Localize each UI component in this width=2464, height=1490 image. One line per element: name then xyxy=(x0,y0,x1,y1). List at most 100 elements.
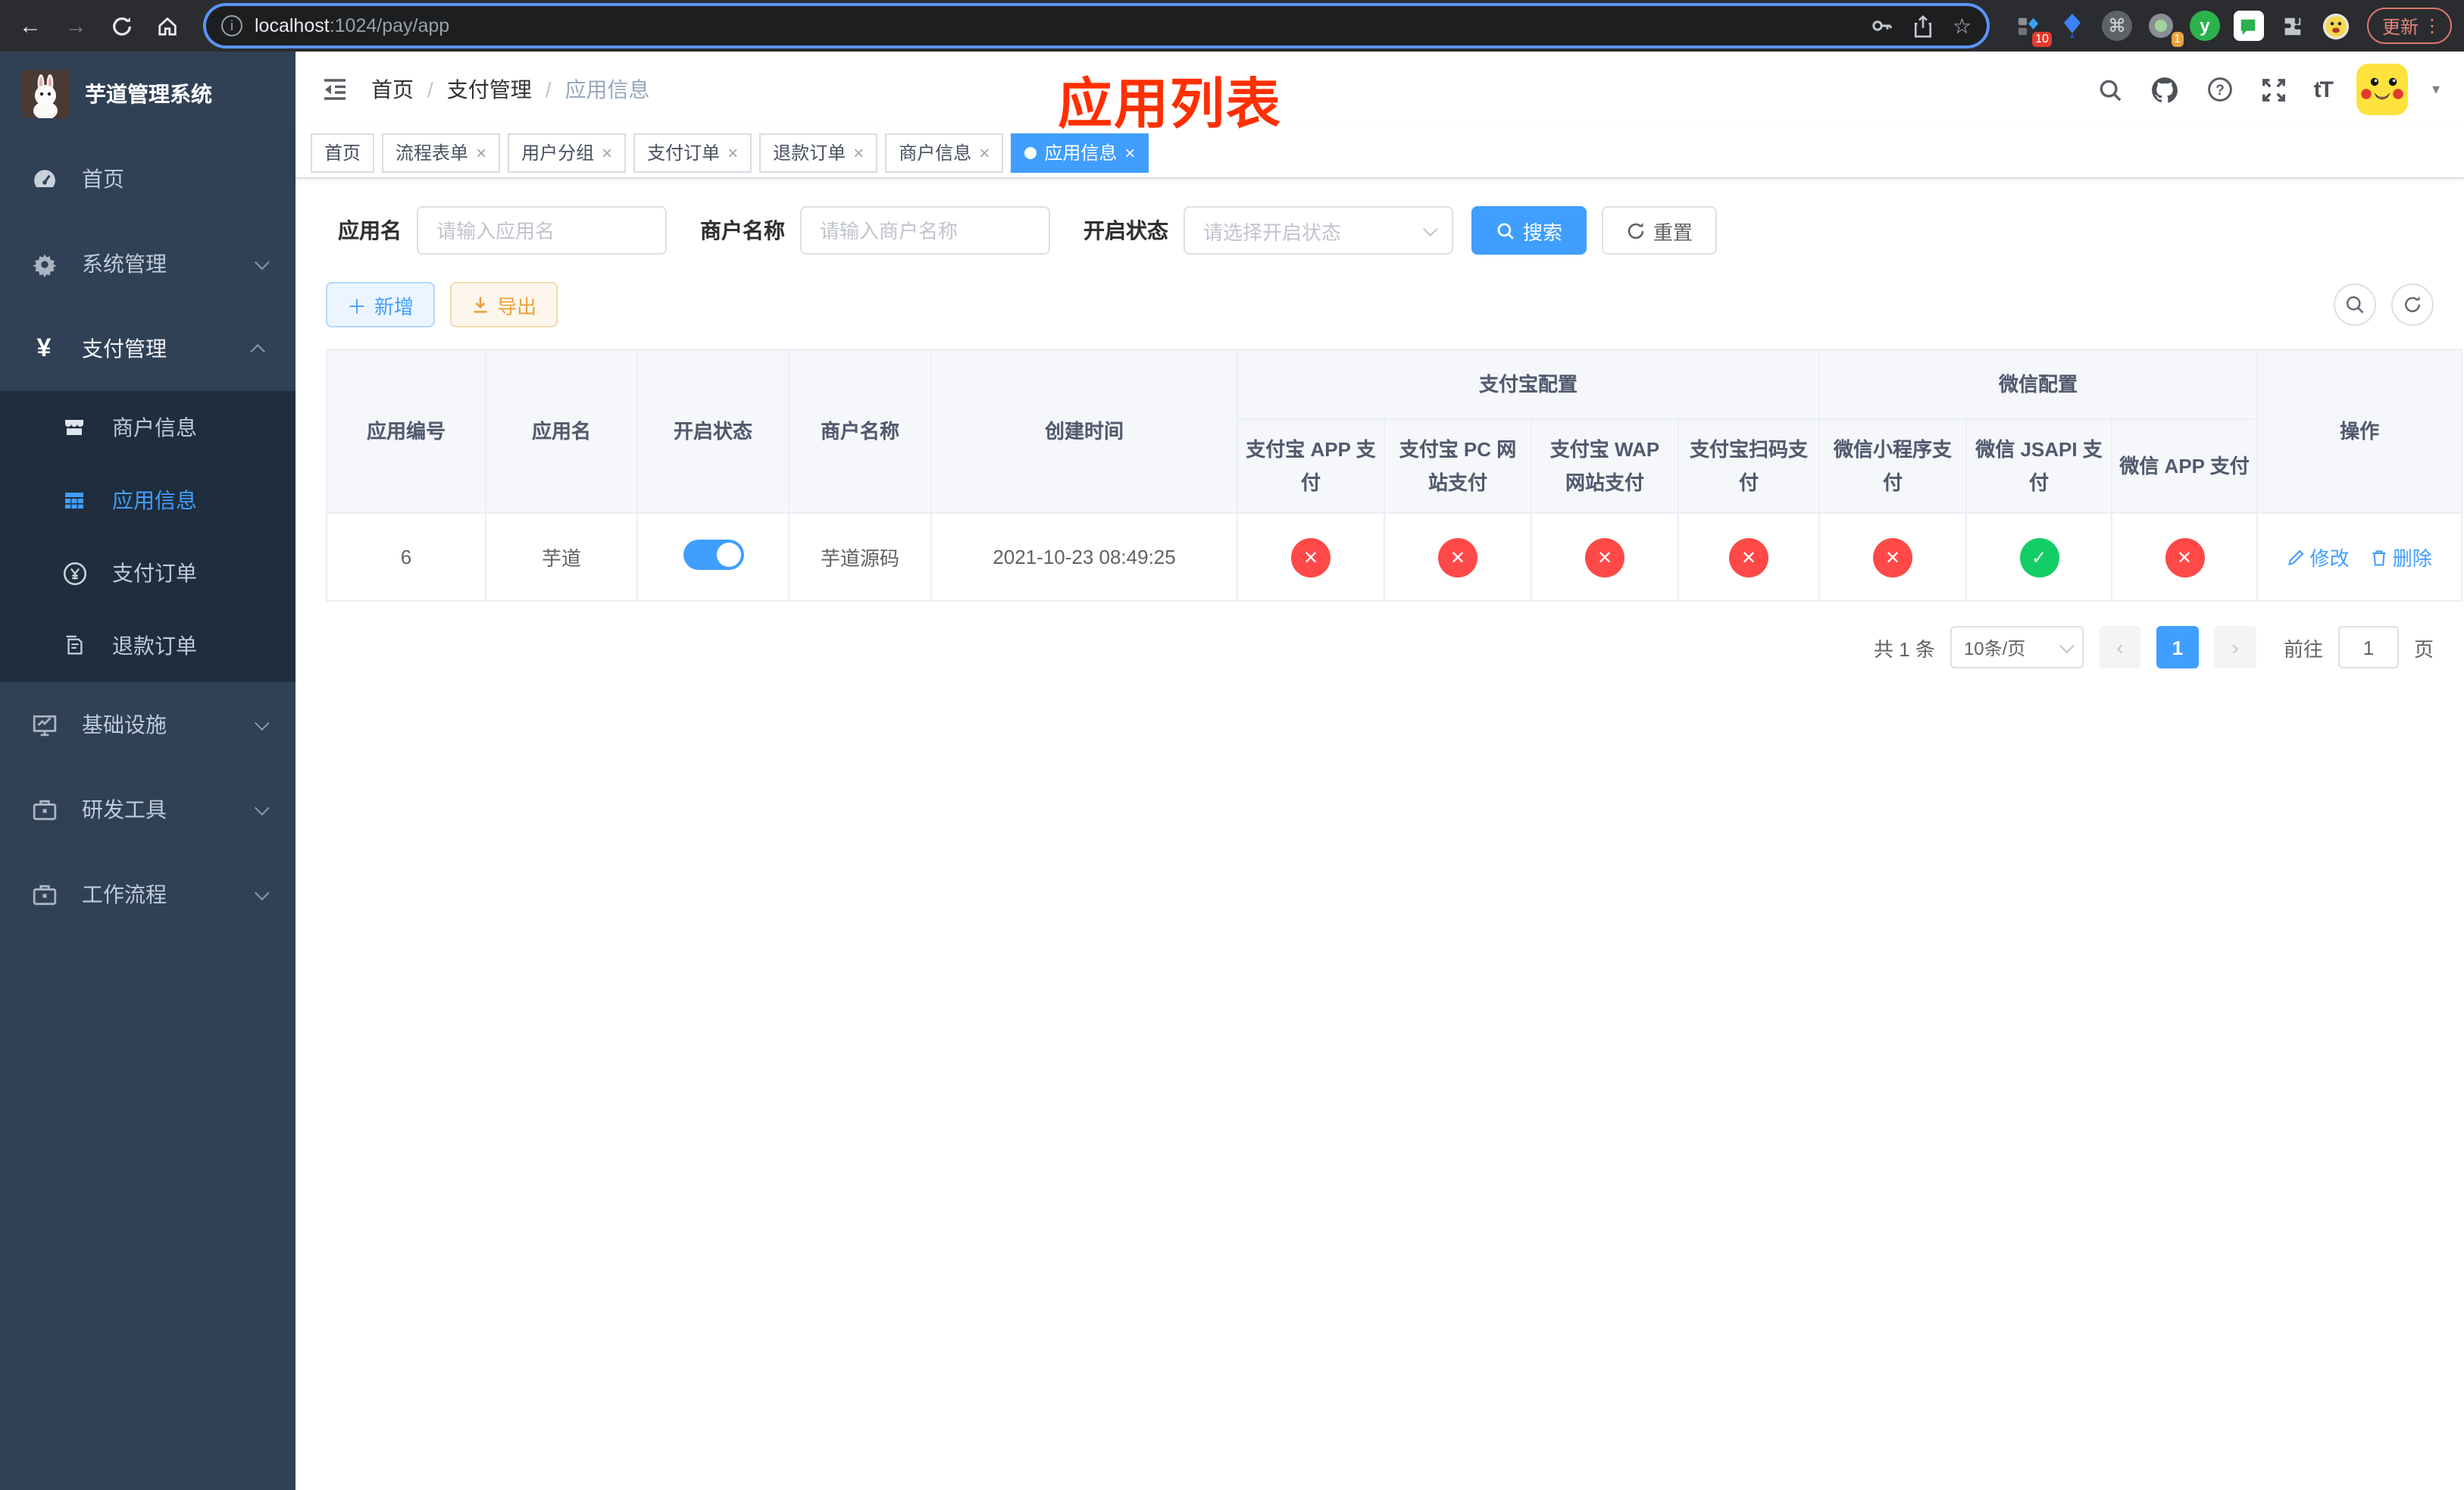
sidebar-item-infrastructure[interactable]: 基础设施 xyxy=(0,682,295,767)
extension-command-icon[interactable]: ⌘ xyxy=(2101,11,2132,41)
page-size-select[interactable]: 10条/页 xyxy=(1950,626,2084,668)
next-page-button[interactable]: › xyxy=(2213,626,2256,668)
header-search-icon[interactable] xyxy=(2096,74,2126,105)
status-badge: ✕ xyxy=(1729,537,1768,577)
help-icon[interactable]: ? xyxy=(2205,74,2235,105)
password-key-icon[interactable] xyxy=(1871,14,1895,38)
export-button[interactable]: 导出 xyxy=(450,282,558,327)
user-avatar[interactable] xyxy=(2356,64,2408,115)
github-icon[interactable] xyxy=(2150,74,2181,105)
tab-home[interactable]: 首页 xyxy=(311,133,375,172)
app-name-input[interactable] xyxy=(417,206,667,255)
sidebar-item-label: 退款订单 xyxy=(112,634,197,658)
sidebar-item-label: 基础设施 xyxy=(82,712,167,737)
cell-enabled xyxy=(636,512,790,602)
url-text[interactable]: localhost:1024/pay/app xyxy=(255,15,1859,36)
sidebar-item-pay-orders[interactable]: 支付订单 xyxy=(0,537,295,609)
extension-panel-icon[interactable]: 10 xyxy=(2014,11,2052,47)
tab-process-form[interactable]: 流程表单 × xyxy=(382,133,501,172)
add-button[interactable]: ＋ 新增 xyxy=(326,282,436,327)
goto-page-input[interactable] xyxy=(2337,626,2399,668)
share-icon[interactable] xyxy=(1913,14,1934,37)
chevron-down-icon xyxy=(254,800,270,815)
sidebar-item-label: 首页 xyxy=(82,167,124,191)
active-dot xyxy=(1024,146,1037,158)
browser-home-icon[interactable] xyxy=(149,8,185,44)
sidebar-item-app-info[interactable]: 应用信息 xyxy=(0,464,295,537)
sidebar-item-dev-tools[interactable]: 研发工具 xyxy=(0,767,295,852)
sidebar-item-payment[interactable]: ¥ 支付管理 xyxy=(0,306,295,391)
close-icon[interactable]: × xyxy=(727,142,738,163)
browser-forward-icon[interactable]: → xyxy=(58,8,94,44)
tab-user-group[interactable]: 用户分组 × xyxy=(508,133,627,172)
sidebar-collapse-icon[interactable] xyxy=(320,74,350,105)
search-button[interactable]: 搜索 xyxy=(1471,206,1587,255)
sidebar-item-label: 支付订单 xyxy=(112,561,197,585)
extensions-puzzle-icon[interactable] xyxy=(2278,11,2308,41)
tab-merchant-info[interactable]: 商户信息 × xyxy=(885,133,1004,172)
cell-alipay-pc: ✕ xyxy=(1384,512,1532,602)
breadcrumb-home[interactable]: 首页 xyxy=(371,74,414,105)
site-info-icon[interactable]: i xyxy=(221,15,242,36)
cell-created: 2021-10-23 08:49:25 xyxy=(930,512,1238,602)
merchant-name-input[interactable] xyxy=(800,206,1050,255)
close-icon[interactable]: × xyxy=(476,142,486,163)
app-name-label: 应用名 xyxy=(338,218,402,243)
user-menu-caret-icon[interactable]: ▾ xyxy=(2432,81,2440,98)
extension-kite-icon[interactable] xyxy=(2058,11,2088,41)
cell-wx-jsapi: ✓ xyxy=(1965,512,2113,602)
edit-link[interactable]: 修改 xyxy=(2287,543,2349,571)
app-logo-row[interactable]: 芋道管理系统 xyxy=(0,52,295,136)
bookmark-star-icon[interactable]: ☆ xyxy=(1953,13,1972,39)
col-created: 创建时间 xyxy=(930,349,1238,514)
briefcase-icon xyxy=(30,796,58,823)
profile-avatar[interactable] xyxy=(2322,11,2352,41)
extension-y-icon[interactable]: y xyxy=(2189,11,2220,41)
sidebar-item-merchant-info[interactable]: 商户信息 xyxy=(0,391,295,464)
chevron-down-icon xyxy=(254,254,270,270)
payment-submenu: 商户信息 应用信息 支付订单 退款订单 xyxy=(0,391,295,682)
extension-recorder-icon[interactable]: 1 xyxy=(2146,11,2184,47)
sidebar: 芋道管理系统 首页 系统管理 ¥ 支付管理 商户信息 应用信息 支付订单 退款订… xyxy=(0,52,295,1490)
browser-menu-icon[interactable]: ⋮ xyxy=(2423,15,2441,36)
grid-icon xyxy=(61,487,88,514)
prev-page-button[interactable]: ‹ xyxy=(2098,626,2141,668)
browser-update-button[interactable]: 更新 ⋮ xyxy=(2366,8,2452,44)
font-size-icon[interactable]: tT xyxy=(2314,77,2334,102)
col-merchant: 商户名称 xyxy=(788,349,932,514)
toggle-search-button[interactable] xyxy=(2334,283,2376,326)
refresh-button[interactable] xyxy=(2391,283,2434,326)
delete-link[interactable]: 删除 xyxy=(2370,543,2432,571)
tab-pay-orders[interactable]: 支付订单 × xyxy=(633,133,752,172)
cell-app-name: 芋道 xyxy=(485,512,638,602)
current-page[interactable]: 1 xyxy=(2156,626,2199,668)
page-unit: 页 xyxy=(2413,637,2434,660)
close-icon[interactable]: × xyxy=(1124,142,1135,163)
sidebar-item-system[interactable]: 系统管理 xyxy=(0,221,295,306)
url-bar[interactable]: i localhost:1024/pay/app ☆ xyxy=(206,6,1987,45)
col-app-id: 应用编号 xyxy=(326,349,486,514)
browser-reload-icon[interactable] xyxy=(103,8,139,44)
browser-back-icon[interactable]: ← xyxy=(12,8,48,44)
chevron-up-icon xyxy=(250,343,266,358)
col-group-wechat: 微信配置 xyxy=(1818,349,2259,420)
close-icon[interactable]: × xyxy=(602,142,612,163)
chevron-down-icon xyxy=(254,884,270,900)
sidebar-item-refund-orders[interactable]: 退款订单 xyxy=(0,609,295,682)
status-badge: ✕ xyxy=(1873,537,1913,577)
close-icon[interactable]: × xyxy=(979,142,990,163)
chevron-down-icon xyxy=(254,715,270,731)
reset-button[interactable]: 重置 xyxy=(1602,206,1718,255)
enabled-toggle[interactable] xyxy=(683,540,743,570)
extension-chat-icon[interactable] xyxy=(2233,11,2264,41)
breadcrumb-payment[interactable]: 支付管理 xyxy=(447,74,532,105)
sidebar-item-workflow[interactable]: 工作流程 xyxy=(0,852,295,937)
sidebar-item-label: 研发工具 xyxy=(82,797,167,822)
total-count: 共 1 条 xyxy=(1874,637,1935,660)
sidebar-item-home[interactable]: 首页 xyxy=(0,136,295,221)
col-alipay-wap: 支付宝 WAP 网站支付 xyxy=(1531,418,1679,514)
tab-refund-orders[interactable]: 退款订单 × xyxy=(759,133,878,172)
status-select[interactable]: 请选择开启状态 xyxy=(1184,206,1453,255)
close-icon[interactable]: × xyxy=(853,142,864,163)
fullscreen-icon[interactable] xyxy=(2259,74,2290,105)
